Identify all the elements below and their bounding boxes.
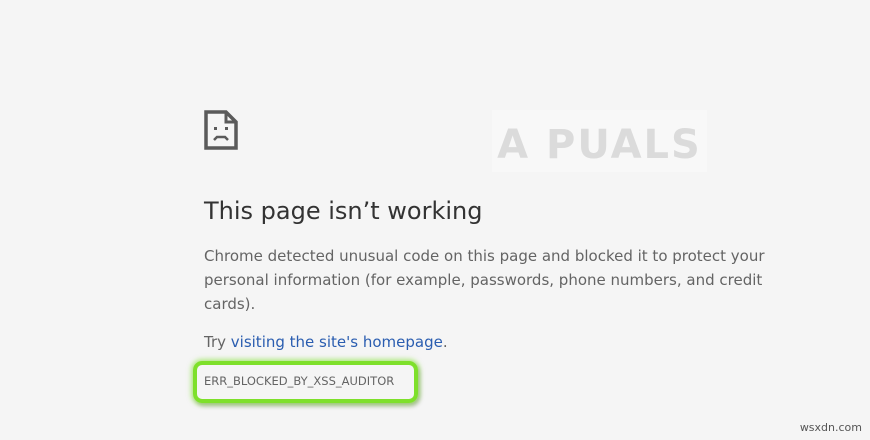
page-title: This page isn’t working [204, 197, 483, 225]
homepage-link[interactable]: visiting the site's homepage [231, 333, 443, 351]
suggestion-prefix: Try [204, 333, 231, 351]
suggestion-suffix: . [442, 333, 448, 351]
error-description: Chrome detected unusual code on this pag… [204, 247, 765, 313]
suggestion-text: Try visiting the site's homepage. [204, 331, 448, 353]
error-code-highlight [193, 361, 418, 403]
footer-watermark: wsxdn.com [799, 421, 862, 434]
watermark-text: A PUALS [497, 122, 702, 168]
appuals-watermark: A PUALS [492, 110, 707, 172]
sad-page-icon [204, 110, 238, 150]
